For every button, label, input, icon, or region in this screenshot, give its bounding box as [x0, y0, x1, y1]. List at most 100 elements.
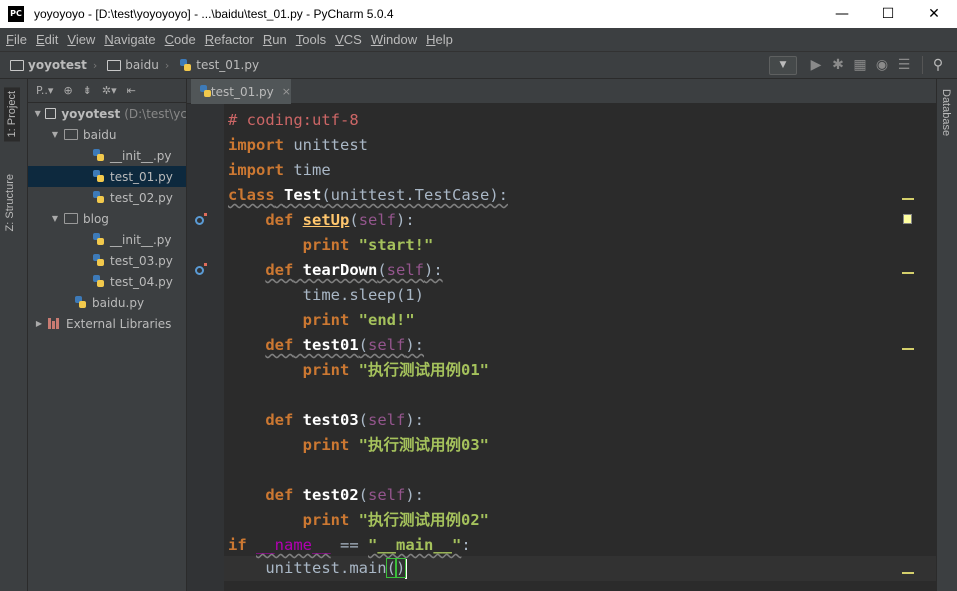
folder-icon: [107, 59, 122, 71]
search-icon[interactable]: ⚲: [927, 55, 949, 75]
python-file-icon: [92, 170, 105, 183]
folder-icon: [45, 108, 57, 119]
project-view-dropdown[interactable]: P..▾: [36, 84, 53, 97]
menu-help[interactable]: Help: [426, 32, 453, 47]
toolbar-divider: [915, 56, 923, 74]
inspection-status-icon[interactable]: [903, 214, 912, 224]
collapse-icon[interactable]: ⇟: [83, 84, 92, 97]
expand-arrow-icon[interactable]: ▼: [34, 109, 41, 118]
override-method-icon[interactable]: [195, 263, 207, 275]
tab-test-01[interactable]: test_01.py ×: [191, 79, 291, 104]
menu-bar: File Edit View Navigate Code Refactor Ru…: [0, 28, 957, 52]
tree-item-blog[interactable]: ▼ blog: [28, 208, 186, 229]
breadcrumb-baidu[interactable]: baidu: [107, 58, 159, 72]
code-line: class Test(unittest.TestCase):: [228, 186, 508, 204]
expand-arrow-icon[interactable]: ▶: [34, 319, 44, 328]
breadcrumb-separator-icon: ›: [164, 58, 170, 72]
python-file-icon: [92, 149, 105, 162]
menu-navigate[interactable]: Navigate: [104, 32, 155, 47]
code-line: print "执行测试用例02": [302, 511, 489, 529]
minimize-button[interactable]: —: [819, 0, 865, 28]
right-tool-strip: Database: [936, 79, 957, 591]
code-line: def test03(self):: [265, 411, 425, 429]
menu-edit[interactable]: Edit: [36, 32, 58, 47]
code-line: print "执行测试用例03": [302, 436, 489, 454]
tree-item-yoyotest[interactable]: ▼ yoyotest (D:\test\yc: [28, 103, 186, 124]
code-line: def tearDown(self):: [265, 261, 443, 279]
target-icon[interactable]: ⊕: [63, 84, 72, 97]
menu-tools[interactable]: Tools: [296, 32, 326, 47]
scroll-marker[interactable]: [902, 348, 914, 350]
menu-window[interactable]: Window: [371, 32, 417, 47]
python-file-icon: [199, 85, 211, 98]
python-file-icon: [92, 233, 105, 246]
editor-gutter: [187, 104, 224, 591]
maximize-button[interactable]: ☐: [865, 0, 911, 28]
code-editor[interactable]: # coding:utf-8 import unittest import ti…: [187, 104, 936, 591]
debug-icon[interactable]: ✱: [827, 55, 849, 75]
tree-item-file[interactable]: __init__.py: [28, 145, 186, 166]
menu-code[interactable]: Code: [165, 32, 196, 47]
chevron-down-icon: ▼: [779, 60, 787, 70]
code-line: def setUp(self):: [265, 211, 415, 229]
tab-structure[interactable]: Z: Structure: [4, 174, 16, 231]
folder-icon: [10, 59, 24, 71]
library-icon: [48, 318, 61, 329]
code-line: if __name__ == "__main__":: [228, 536, 471, 554]
code-line: print "start!": [302, 236, 434, 254]
code-line: import time: [228, 161, 331, 179]
project-panel: P..▾ ⊕ ⇟ ✲▾ ⇤ ▼ yoyotest (D:\test\yc ▼ b…: [28, 79, 187, 591]
coverage-icon[interactable]: ▦: [849, 55, 871, 75]
code-line: # coding:utf-8: [228, 111, 359, 129]
tree-item-file[interactable]: baidu.py: [28, 292, 186, 313]
tree-item-file[interactable]: test_04.py: [28, 271, 186, 292]
title-bar: PC yoyoyoyo - [D:\test\yoyoyoyo] - ...\b…: [0, 0, 957, 28]
expand-arrow-icon[interactable]: ▼: [50, 214, 60, 223]
tree-item-external-libraries[interactable]: ▶ External Libraries: [28, 313, 186, 334]
close-button[interactable]: ✕: [911, 0, 957, 28]
vcs-icon[interactable]: ☰: [893, 55, 915, 75]
code-line: def test02(self):: [265, 486, 425, 504]
code-line: import unittest: [228, 136, 368, 154]
menu-file[interactable]: File: [6, 32, 27, 47]
tree-item-file[interactable]: test_02.py: [28, 187, 186, 208]
menu-vcs[interactable]: VCS: [335, 32, 362, 47]
folder-icon: [64, 213, 78, 224]
python-file-icon: [74, 296, 87, 309]
menu-refactor[interactable]: Refactor: [205, 32, 254, 47]
python-file-icon: [179, 58, 192, 72]
tree-item-file[interactable]: __init__.py: [28, 229, 186, 250]
code-line-current: unittest.main(): [265, 558, 408, 579]
tree-item-file[interactable]: test_03.py: [28, 250, 186, 271]
code-line: print "end!": [302, 311, 415, 329]
code-line: print "执行测试用例01": [302, 361, 489, 379]
scroll-marker[interactable]: [902, 572, 914, 574]
project-panel-header: P..▾ ⊕ ⇟ ✲▾ ⇤: [28, 79, 186, 103]
tab-database[interactable]: Database: [940, 89, 952, 136]
run-config-dropdown[interactable]: ▼: [769, 55, 797, 75]
pycharm-logo-icon: PC: [8, 6, 24, 22]
tree-item-file-selected[interactable]: test_01.py: [28, 166, 186, 187]
scroll-marker[interactable]: [902, 198, 914, 200]
menu-view[interactable]: View: [67, 32, 95, 47]
menu-run[interactable]: Run: [263, 32, 287, 47]
code-line: def test01(self):: [265, 336, 425, 354]
run-icon[interactable]: ▶: [805, 55, 827, 75]
scroll-marker[interactable]: [902, 272, 914, 274]
close-tab-icon[interactable]: ×: [282, 85, 291, 98]
breadcrumb-project[interactable]: yoyotest: [10, 58, 87, 72]
python-file-icon: [92, 254, 105, 267]
tab-project[interactable]: 1: Project: [4, 87, 20, 142]
profile-icon[interactable]: ◉: [871, 55, 893, 75]
folder-icon: [64, 129, 78, 140]
editor-tab-bar: test_01.py ×: [187, 79, 936, 104]
override-method-icon[interactable]: [195, 213, 207, 225]
python-file-icon: [92, 275, 105, 288]
tree-item-baidu[interactable]: ▼ baidu: [28, 124, 186, 145]
code-line: time.sleep(1): [302, 286, 424, 304]
hide-icon[interactable]: ⇤: [127, 84, 136, 97]
window-title: yoyoyoyo - [D:\test\yoyoyoyo] - ...\baid…: [34, 7, 394, 21]
gear-icon[interactable]: ✲▾: [102, 84, 117, 97]
breadcrumb-file[interactable]: test_01.py: [179, 58, 259, 72]
expand-arrow-icon[interactable]: ▼: [50, 130, 60, 139]
